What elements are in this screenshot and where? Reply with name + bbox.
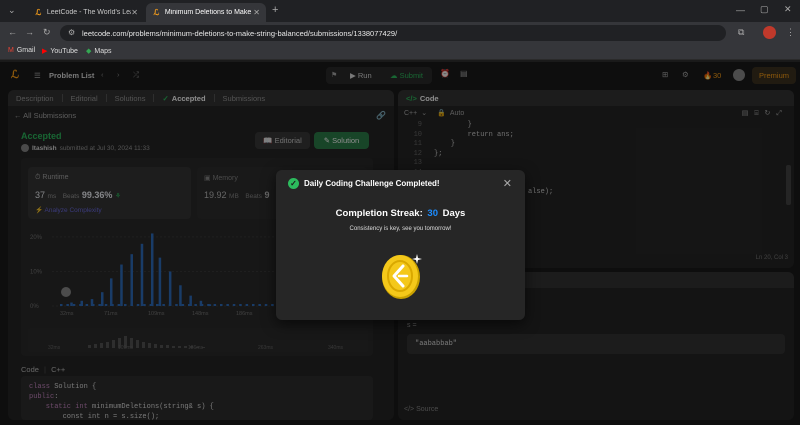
tab-title: LeetCode - The World's Leading	[46, 9, 131, 16]
daily-challenge-modal: ✓ Daily Coding Challenge Completed! ✕ Co…	[276, 170, 525, 320]
new-tab-icon[interactable]: +	[272, 4, 278, 16]
reload-icon[interactable]: ↻	[43, 27, 51, 38]
bookmark-gmail[interactable]: M Gmail	[8, 47, 35, 54]
back-icon[interactable]: ←	[8, 27, 17, 37]
close-tab-icon[interactable]: ✕	[253, 8, 260, 17]
youtube-icon: ▶	[42, 48, 48, 55]
profile-avatar[interactable]	[763, 26, 776, 39]
minimize-icon[interactable]: —	[736, 5, 745, 15]
success-check-icon: ✓	[288, 178, 299, 189]
bookmark-label: Maps	[94, 47, 112, 55]
browser-tab-active[interactable]: ℒ Minimum Deletions to Make Str ✕	[146, 3, 266, 22]
tab-title: Minimum Deletions to Make Str	[164, 9, 254, 16]
tab-search-icon[interactable]: ⌄	[8, 5, 16, 16]
close-window-icon[interactable]: ✕	[784, 4, 792, 15]
browser-tab-bar: ⌄ ℒ LeetCode - The World's Leading ✕ ℒ M…	[0, 0, 800, 22]
streak-label: Completion Streak:	[335, 208, 423, 219]
bookmark-label: YouTube	[50, 47, 78, 55]
close-tab-icon[interactable]: ✕	[131, 8, 138, 17]
site-info-icon[interactable]: ⚙	[68, 28, 75, 37]
modal-title: Daily Coding Challenge Completed!	[304, 179, 440, 188]
leetcode-favicon-icon: ℒ	[35, 8, 42, 17]
forward-icon[interactable]: →	[25, 27, 34, 37]
browser-tab-leetcode[interactable]: ℒ LeetCode - The World's Leading ✕	[28, 3, 144, 22]
gold-coin-icon	[382, 254, 422, 299]
streak-unit: Days	[442, 208, 466, 219]
maximize-icon[interactable]: ▢	[760, 4, 769, 15]
gmail-icon: M	[8, 47, 14, 54]
modal-header: ✓ Daily Coding Challenge Completed!	[288, 178, 440, 189]
bookmark-youtube[interactable]: ▶ YouTube	[42, 47, 78, 56]
bookmark-maps[interactable]: ◆ Maps	[86, 47, 112, 56]
streak-value: 30	[427, 208, 438, 219]
close-icon[interactable]: ✕	[503, 177, 512, 190]
address-bar[interactable]: ⚙ leetcode.com/problems/minimum-deletion…	[60, 25, 726, 41]
extensions-icon[interactable]: ⧉	[738, 27, 744, 38]
maps-icon: ◆	[86, 48, 92, 55]
bookmark-label: Gmail	[16, 47, 36, 54]
bookmarks-bar: M Gmail ▶ YouTube ◆ Maps	[0, 44, 800, 60]
streak-row: Completion Streak: 30 Days	[276, 208, 525, 219]
url-text: leetcode.com/problems/minimum-deletions-…	[82, 28, 398, 38]
modal-message: Consistency is key, see you tomorrow!	[349, 226, 452, 232]
leetcode-favicon-icon: ℒ	[153, 8, 160, 17]
browser-menu-icon[interactable]: ⋮	[786, 27, 795, 38]
